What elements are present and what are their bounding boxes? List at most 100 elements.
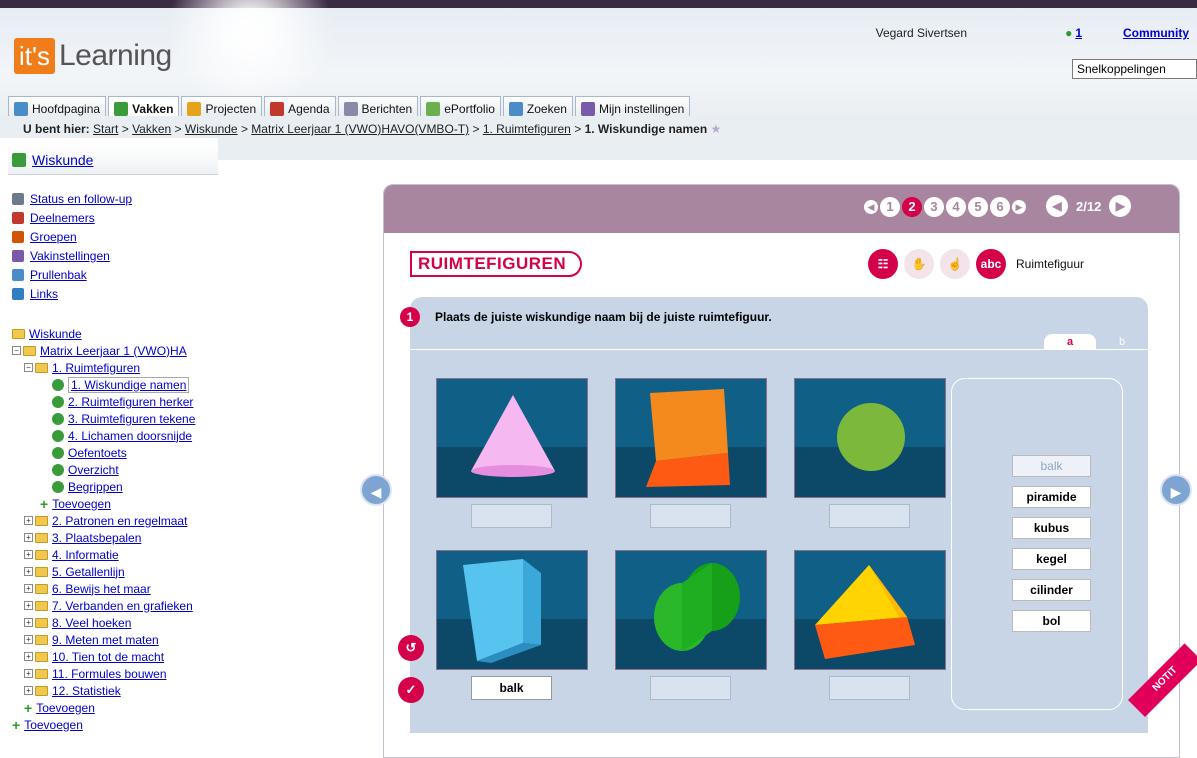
tree-chapter[interactable]: +11. Formules bouwen [12,665,218,682]
word-card[interactable]: bol [1012,610,1091,632]
menu-item-deelnemers[interactable]: Deelnemers [12,208,218,227]
expand-icon[interactable]: + [24,550,33,559]
word-card[interactable]: kubus [1012,517,1091,539]
tree-ruimte-label[interactable]: 1. Ruimtefiguren [52,361,140,375]
word-card[interactable]: kegel [1012,548,1091,570]
quicklinks-select[interactable]: Snelkoppelingen [1072,59,1197,79]
tree-chapter[interactable]: +5. Getallenlijn [12,563,218,580]
menu-item-label[interactable]: Groepen [30,230,77,244]
tree-page[interactable]: Overzicht [12,461,218,478]
tree-chapter[interactable]: +8. Veel hoeken [12,614,218,631]
tree-chapter-label[interactable]: 12. Statistiek [52,684,121,698]
word-card[interactable]: balk [1012,455,1091,477]
page-number-button[interactable]: 3 [924,197,944,217]
menu-item-label[interactable]: Deelnemers [30,211,95,225]
tree-chapter[interactable]: +4. Informatie [12,546,218,563]
menu-item-status-en-follow-up[interactable]: Status en follow-up [12,189,218,208]
menu-item-links[interactable]: Links [12,284,218,303]
tree-chapter[interactable]: +3. Plaatsbepalen [12,529,218,546]
tree-page-label[interactable]: 4. Lichamen doorsnijde [68,429,192,443]
answer-slot-3[interactable] [829,504,910,528]
check-icon[interactable]: ✓ [398,677,424,703]
menu-item-groepen[interactable]: Groepen [12,227,218,246]
page-number-button[interactable]: 5 [968,197,988,217]
tree-root-label[interactable]: Wiskunde [29,327,82,341]
prev-slide-button[interactable]: ◀ [1046,195,1068,217]
tree-ruimte[interactable]: − 1. Ruimtefiguren [12,359,218,376]
answer-slot-1[interactable] [471,504,552,528]
tree-chapter-label[interactable]: 4. Informatie [52,548,119,562]
expand-icon[interactable]: + [24,584,33,593]
tree-page[interactable]: Oefentoets [12,444,218,461]
community-link[interactable]: Community [1123,26,1189,40]
expand-icon[interactable]: + [24,618,33,627]
menu-item-label[interactable]: Vakinstellingen [30,249,110,263]
pages-prev-icon[interactable]: ◀ [864,200,878,214]
tree-add-label[interactable]: Toevoegen [52,497,111,511]
tree-chapter-label[interactable]: 5. Getallenlijn [52,565,125,579]
online-users[interactable]: ● 1 [1065,26,1082,40]
tab-b[interactable]: b [1096,334,1148,350]
course-header[interactable]: Wiskunde [8,145,218,175]
tree-chapter-label[interactable]: 6. Bewijs het maar [52,582,151,596]
tree-chapter-label[interactable]: 2. Patronen en regelmaat [52,514,187,528]
tree-chapter-label[interactable]: 7. Verbanden en grafieken [52,599,193,613]
tab-a[interactable]: a [1044,334,1096,350]
tree-chapter[interactable]: +9. Meten met maten [12,631,218,648]
expand-icon[interactable]: + [24,686,33,695]
page-number-button[interactable]: 2 [902,197,922,217]
answer-slot-6[interactable] [829,676,910,700]
tree-page[interactable]: 1. Wiskundige namen [12,376,218,393]
tree-add2-label[interactable]: Toevoegen [36,701,95,715]
online-count[interactable]: 1 [1075,26,1082,40]
tree-page-label[interactable]: Begrippen [68,480,123,494]
tree-chapter-label[interactable]: 11. Formules bouwen [52,667,167,681]
tree-page[interactable]: Begrippen [12,478,218,495]
tree-chapter[interactable]: +7. Verbanden en grafieken [12,597,218,614]
page-number-button[interactable]: 6 [990,197,1010,217]
logo[interactable]: it's Learning [14,38,172,74]
tree-add-chapter[interactable]: + Toevoegen [12,699,218,716]
tree-page[interactable]: 4. Lichamen doorsnijde [12,427,218,444]
tree-chapter[interactable]: +2. Patronen en regelmaat [12,512,218,529]
tree-chapter-label[interactable]: 8. Veel hoeken [52,616,131,630]
tree-root[interactable]: Wiskunde [12,325,218,342]
tree-chapter[interactable]: +12. Statistiek [12,682,218,699]
page-number-button[interactable]: 4 [946,197,966,217]
tree-page[interactable]: 2. Ruimtefiguren herker [12,393,218,410]
answer-slot-2[interactable] [650,504,731,528]
tree-add3-label[interactable]: Toevoegen [24,718,83,732]
next-slide-button[interactable]: ▶ [1109,195,1132,217]
answer-slot-5[interactable] [650,676,731,700]
pages-next-icon[interactable]: ▶ [1012,200,1026,214]
breadcrumb-link[interactable]: Start [93,122,118,136]
expand-icon[interactable]: + [24,669,33,678]
menu-item-prullenbak[interactable]: Prullenbak [12,265,218,284]
star-icon[interactable]: ★ [711,122,722,136]
word-card[interactable]: piramide [1012,486,1091,508]
tree-page-label[interactable]: Overzicht [68,463,119,477]
menu-item-label[interactable]: Prullenbak [30,268,87,282]
page-number-button[interactable]: 1 [880,197,900,217]
tree-page-label[interactable]: Oefentoets [68,446,127,460]
tree-page-label[interactable]: 2. Ruimtefiguren herker [68,395,193,409]
expand-icon[interactable]: + [24,601,33,610]
answer-slot-4[interactable]: balk [471,676,552,700]
tree-chapter[interactable]: +10. Tien tot de macht [12,648,218,665]
pointer-icon[interactable]: ☝ [940,249,970,279]
tree-matrix[interactable]: − Matrix Leerjaar 1 (VWO)HA [12,342,218,359]
hand-icon[interactable]: ✋ [904,249,934,279]
tree-matrix-label[interactable]: Matrix Leerjaar 1 (VWO)HA [40,344,187,358]
course-title[interactable]: Wiskunde [32,152,93,168]
collapse-icon[interactable]: − [12,346,21,355]
tree-chapter[interactable]: +6. Bewijs het maar [12,580,218,597]
tree-page-label[interactable]: 1. Wiskundige namen [68,376,190,393]
tree-chapter-label[interactable]: 3. Plaatsbepalen [52,531,141,545]
tree-chapter-label[interactable]: 9. Meten met maten [52,633,159,647]
expand-icon[interactable]: + [24,635,33,644]
next-exercise-button[interactable]: ▶ [1160,474,1192,506]
breadcrumb-link[interactable]: Wiskunde [185,122,238,136]
expand-icon[interactable]: + [24,652,33,661]
tree-page[interactable]: 3. Ruimtefiguren tekene [12,410,218,427]
word-card[interactable]: cilinder [1012,579,1091,601]
